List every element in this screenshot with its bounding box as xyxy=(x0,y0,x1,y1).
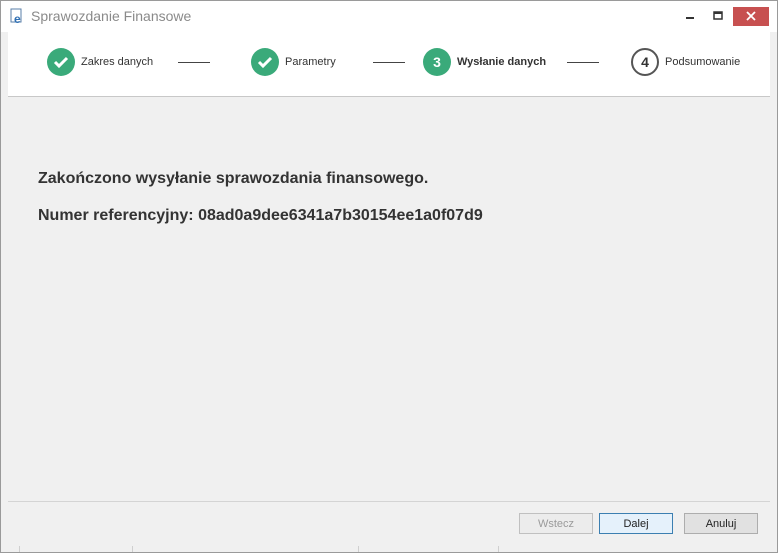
step-connector xyxy=(567,62,599,63)
step-connector xyxy=(178,62,210,63)
app-logo-icon: e xyxy=(10,8,26,26)
step-parametry: Parametry xyxy=(251,48,336,76)
close-button[interactable] xyxy=(733,7,769,26)
step-number: 3 xyxy=(423,48,451,76)
completion-message: Zakończono wysyłanie sprawozdania finans… xyxy=(38,170,429,187)
title-bar[interactable]: e Sprawozdanie Finansowe xyxy=(1,1,777,32)
step-label: Wysłanie danych xyxy=(457,56,547,68)
content-area: Zakończono wysyłanie sprawozdania finans… xyxy=(8,97,770,501)
footer-bar: Wstecz Dalej Anuluj xyxy=(8,501,770,547)
step-zakres-danych: Zakres danych xyxy=(47,48,153,76)
maximize-icon xyxy=(713,8,723,26)
check-icon xyxy=(47,48,75,76)
check-icon xyxy=(251,48,279,76)
step-wyslanie-danych: 3 Wysłanie danych xyxy=(423,48,546,76)
minimize-button[interactable] xyxy=(677,1,703,32)
back-button[interactable]: Wstecz xyxy=(519,513,593,534)
wizard-stepper: Zakres danych Parametry 3 Wysłanie danyc… xyxy=(8,32,770,97)
cancel-button[interactable]: Anuluj xyxy=(684,513,758,534)
reference-number: Numer referencyjny: 08ad0a9dee6341a7b301… xyxy=(38,207,483,224)
window-title: Sprawozdanie Finansowe xyxy=(31,8,192,24)
next-button[interactable]: Dalej xyxy=(599,513,673,534)
minimize-icon xyxy=(685,8,695,26)
wizard-window: e Sprawozdanie Finansowe Zakres danych P… xyxy=(0,0,778,553)
step-label: Parametry xyxy=(285,56,336,68)
close-icon xyxy=(746,8,756,26)
maximize-button[interactable] xyxy=(705,1,731,32)
step-label: Podsumowanie xyxy=(665,56,741,68)
status-divider xyxy=(358,546,359,552)
step-number: 4 xyxy=(631,48,659,76)
step-podsumowanie: 4 Podsumowanie xyxy=(631,48,740,76)
step-label: Zakres danych xyxy=(81,56,154,68)
status-bar xyxy=(1,546,777,552)
svg-text:e: e xyxy=(14,12,21,25)
step-connector xyxy=(373,62,405,63)
status-divider xyxy=(132,546,133,552)
status-divider xyxy=(19,546,20,552)
status-divider xyxy=(498,546,499,552)
